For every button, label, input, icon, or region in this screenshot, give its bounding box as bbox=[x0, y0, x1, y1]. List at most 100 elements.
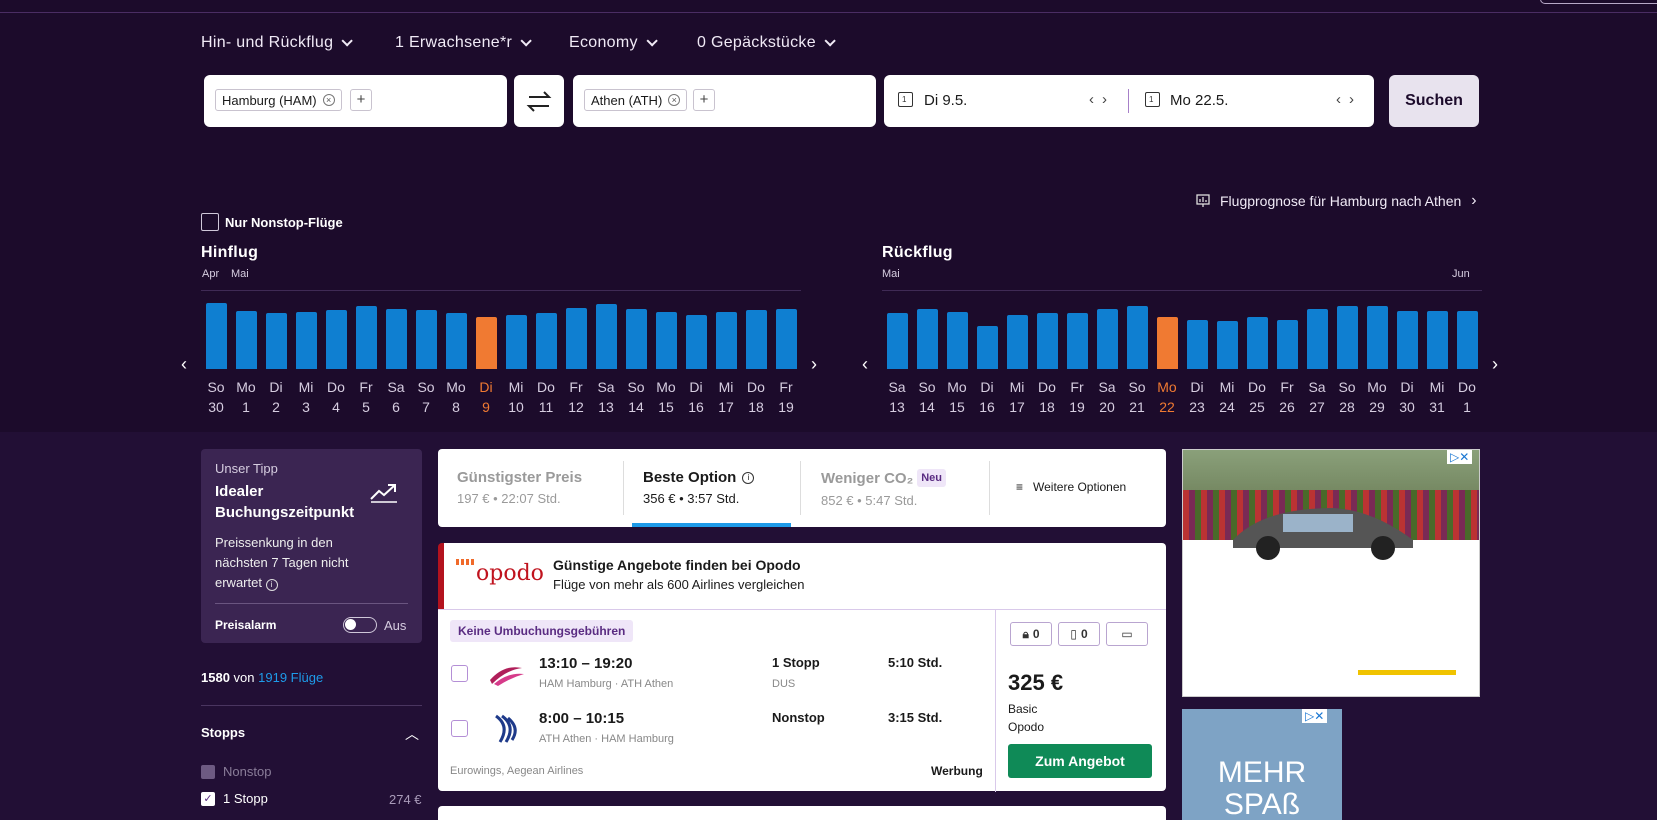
opodo-ad[interactable]: opodo Günstige Angebote finden bei Opodo… bbox=[438, 543, 1166, 609]
chevron-up-icon[interactable]: ︿ bbox=[405, 724, 419, 744]
results-total-link[interactable]: 1919 Flüge bbox=[258, 670, 323, 685]
price-bar[interactable] bbox=[506, 315, 527, 369]
price-bar[interactable] bbox=[266, 313, 287, 369]
return-date-arrows[interactable]: ‹› bbox=[1336, 91, 1362, 108]
price-bar[interactable] bbox=[1037, 313, 1058, 369]
price-bar[interactable] bbox=[1367, 306, 1388, 369]
price-bar[interactable] bbox=[386, 309, 407, 369]
price-bar[interactable] bbox=[326, 310, 347, 369]
price-bar[interactable] bbox=[1397, 311, 1418, 369]
price-bar[interactable] bbox=[536, 313, 557, 369]
price-bar[interactable] bbox=[1067, 313, 1088, 369]
price-bar[interactable] bbox=[566, 308, 587, 369]
view-deal-button[interactable]: Zum Angebot bbox=[1008, 744, 1152, 778]
tab-best[interactable]: Beste Option i bbox=[643, 469, 755, 486]
search-button[interactable]: Suchen bbox=[1389, 75, 1479, 127]
filter-nonstop[interactable]: Nonstop bbox=[201, 764, 271, 779]
price-bar[interactable] bbox=[356, 306, 377, 369]
remove-icon[interactable]: × bbox=[668, 94, 681, 106]
checked-bag-count[interactable]: ▯ 0 bbox=[1058, 622, 1100, 646]
price-bar[interactable] bbox=[1217, 321, 1238, 369]
trip-type-dropdown[interactable]: Hin- und Rückflug bbox=[201, 34, 354, 52]
weekday-label: So bbox=[207, 379, 225, 395]
price-bar[interactable] bbox=[1097, 309, 1118, 369]
price-bar[interactable] bbox=[947, 312, 968, 369]
stops-filter-title[interactable]: Stopps bbox=[201, 725, 245, 740]
price-bar[interactable] bbox=[746, 310, 767, 369]
price-bar[interactable] bbox=[206, 303, 227, 369]
price-bar[interactable] bbox=[716, 312, 737, 369]
price-bar[interactable] bbox=[887, 313, 908, 369]
passengers-dropdown[interactable]: 1 Erwachsene*r bbox=[395, 34, 532, 52]
price-bar[interactable] bbox=[1307, 309, 1328, 369]
price-bar[interactable] bbox=[626, 309, 647, 369]
price-bar[interactable] bbox=[1337, 306, 1358, 369]
leg-1-checkbox[interactable] bbox=[451, 665, 468, 682]
price-bar[interactable] bbox=[236, 311, 257, 369]
one-stop-checkbox[interactable]: ✓ bbox=[201, 791, 215, 806]
tab-lower-co2[interactable]: Weniger CO₂ Neu bbox=[821, 469, 947, 487]
price-bar[interactable] bbox=[1427, 311, 1448, 369]
price-bar[interactable] bbox=[416, 310, 437, 369]
depart-date[interactable]: Di 9.5. bbox=[924, 92, 967, 109]
destination-chip[interactable]: Athen (ATH) × bbox=[584, 89, 688, 111]
price-bar[interactable] bbox=[776, 309, 797, 369]
nonstop-filter[interactable]: Nur Nonstop-Flüge bbox=[201, 213, 343, 231]
depart-date-arrows[interactable]: ‹› bbox=[1089, 91, 1115, 108]
header-button[interactable] bbox=[1540, 0, 1657, 4]
filter-one-stop[interactable]: ✓ 1 Stopp bbox=[201, 791, 268, 806]
more-options-button[interactable]: ≡ Weitere Optionen bbox=[1016, 480, 1126, 494]
price-bar[interactable] bbox=[446, 313, 467, 369]
add-destination-button[interactable]: + bbox=[693, 89, 715, 111]
price-bar[interactable] bbox=[596, 304, 617, 369]
flight-result-card[interactable]: Keine Umbuchungsgebühren 13:10 – 19:20 H… bbox=[438, 609, 1166, 792]
nonstop-checkbox[interactable] bbox=[201, 213, 219, 231]
cabin-label: Economy bbox=[569, 34, 638, 51]
add-origin-button[interactable]: + bbox=[350, 89, 372, 111]
outbound-next-arrow[interactable]: › bbox=[811, 354, 817, 375]
price-bar[interactable] bbox=[1007, 315, 1028, 369]
price-bar[interactable] bbox=[476, 317, 497, 369]
fare-info-button[interactable]: ▭ bbox=[1106, 622, 1148, 646]
price-alarm-toggle[interactable] bbox=[343, 617, 377, 633]
price-bar[interactable] bbox=[917, 309, 938, 369]
weekday-label: Mo bbox=[446, 379, 466, 395]
price-bar[interactable] bbox=[1247, 317, 1268, 369]
cabin-dropdown[interactable]: Economy bbox=[569, 34, 658, 52]
forecast-link[interactable]: Flugprognose für Hamburg nach Athen › bbox=[1196, 192, 1477, 210]
origin-field[interactable]: Hamburg (HAM) × + bbox=[204, 75, 507, 127]
ad-banner-small[interactable]: ▷✕ MEHR SPAß bbox=[1182, 709, 1342, 820]
remove-icon[interactable]: × bbox=[322, 94, 335, 106]
origin-chip[interactable]: Hamburg (HAM) × bbox=[215, 89, 342, 111]
day-label: 15 bbox=[658, 399, 674, 415]
info-icon[interactable]: i bbox=[265, 579, 278, 591]
swap-button[interactable] bbox=[514, 75, 564, 127]
leg-2-checkbox[interactable] bbox=[451, 720, 468, 737]
day-label: 17 bbox=[1009, 399, 1025, 415]
ad-close-icon[interactable]: ▷✕ bbox=[1302, 709, 1328, 723]
price-bar[interactable] bbox=[1157, 317, 1178, 369]
next-result-card[interactable] bbox=[438, 806, 1166, 820]
destination-field[interactable]: Athen (ATH) × + bbox=[573, 75, 876, 127]
price-bar[interactable] bbox=[1127, 306, 1148, 369]
outbound-prev-arrow[interactable]: ‹ bbox=[181, 354, 187, 375]
info-icon[interactable]: i bbox=[742, 471, 755, 484]
return-next-arrow[interactable]: › bbox=[1492, 354, 1498, 375]
carry-on-bag-count[interactable]: 🔒︎ 0 bbox=[1010, 622, 1052, 646]
price-bar[interactable] bbox=[1187, 320, 1208, 369]
price-bar[interactable] bbox=[656, 312, 677, 369]
ad-banner-car[interactable]: ▷✕ bbox=[1182, 449, 1480, 697]
price-bar[interactable] bbox=[296, 312, 317, 369]
weekday-label: Do bbox=[1248, 379, 1266, 395]
price-bar[interactable] bbox=[1457, 311, 1478, 369]
return-prev-arrow[interactable]: ‹ bbox=[862, 354, 868, 375]
date-field[interactable]: Di 9.5. ‹› Mo 22.5. ‹› bbox=[884, 75, 1374, 127]
ad-close-icon[interactable]: ▷✕ bbox=[1447, 450, 1473, 464]
nonstop-filter-checkbox[interactable] bbox=[201, 764, 215, 779]
price-bar[interactable] bbox=[977, 326, 998, 369]
baggage-dropdown[interactable]: 0 Gepäckstücke bbox=[697, 34, 836, 52]
return-date[interactable]: Mo 22.5. bbox=[1170, 92, 1228, 109]
price-bar[interactable] bbox=[1277, 320, 1298, 369]
tab-cheapest[interactable]: Günstigster Preis bbox=[457, 469, 582, 486]
price-bar[interactable] bbox=[686, 315, 707, 369]
